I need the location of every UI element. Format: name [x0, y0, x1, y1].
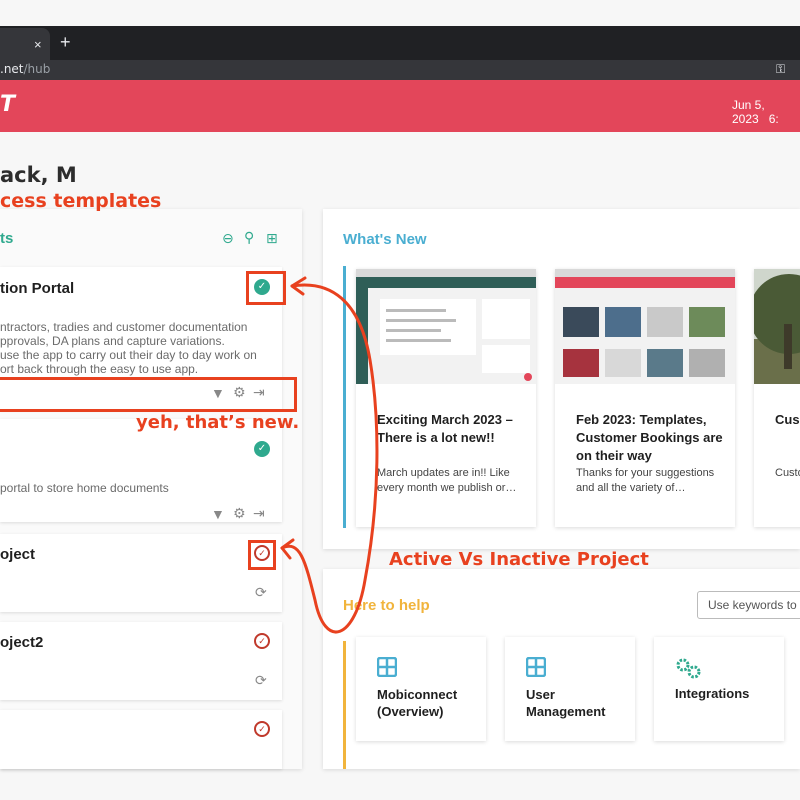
annotation-arrow	[280, 276, 379, 634]
screenshot: × + .net/hub ⚿ ⋮ T Jun 5, 2023 6: ack, M…	[0, 0, 800, 800]
